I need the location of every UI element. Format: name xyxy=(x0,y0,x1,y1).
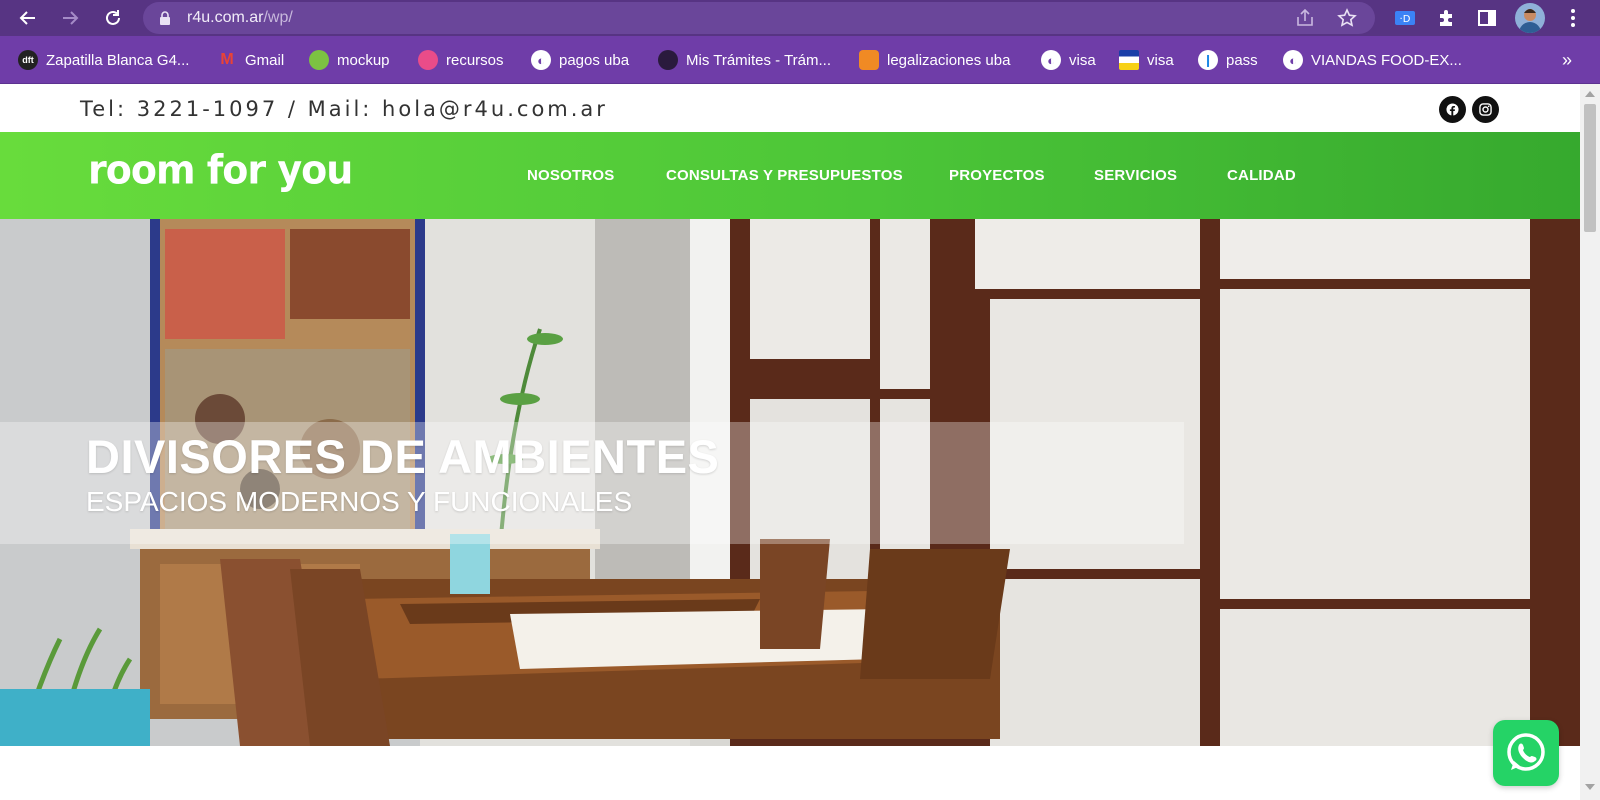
whatsapp-button[interactable] xyxy=(1493,720,1559,786)
puzzle-icon xyxy=(1440,10,1452,26)
kebab-menu-icon xyxy=(1571,9,1575,27)
globe-icon: ◐ xyxy=(531,50,551,70)
flag-icon xyxy=(1119,50,1139,70)
tramites-icon xyxy=(658,50,678,70)
chevron-double-icon: » xyxy=(1562,49,1573,70)
main-navbar: room for you NOSOTROS CONSULTAS Y PRESUP… xyxy=(0,132,1580,219)
bookmark-viandas[interactable]: ◐ VIANDAS FOOD-EX... xyxy=(1283,48,1462,72)
facebook-icon xyxy=(1446,103,1459,116)
hero-banner: DIVISORES DE AMBIENTES ESPACIOS MODERNOS… xyxy=(0,219,1580,746)
avatar-icon xyxy=(1519,9,1541,33)
bookmark-pass[interactable]: ❙ pass xyxy=(1198,48,1258,72)
bookmark-mockup[interactable]: mockup xyxy=(309,48,390,72)
bookmark-label: legalizaciones uba xyxy=(887,51,1011,69)
bookmark-zapatilla[interactable]: dft Zapatilla Blanca G4... xyxy=(18,48,189,72)
nav-servicios[interactable]: SERVICIOS xyxy=(1094,167,1177,184)
dft-icon: dft xyxy=(18,50,38,70)
menu-button[interactable] xyxy=(1560,5,1586,31)
bookmark-label: Mis Trámites - Trám... xyxy=(686,51,832,69)
globe-icon: ◐ xyxy=(1283,50,1303,70)
dribbble-icon xyxy=(418,50,438,70)
bookmark-label: visa xyxy=(1069,51,1096,69)
mockup-icon xyxy=(309,50,329,70)
svg-text:·D: ·D xyxy=(1400,14,1411,25)
legalizaciones-icon xyxy=(859,50,879,70)
star-icon xyxy=(1337,8,1357,27)
bookmarks-bar: dft Zapatilla Blanca G4... M Gmail mockup … xyxy=(0,36,1600,84)
reload-button[interactable] xyxy=(100,5,126,31)
bookmark-label: visa xyxy=(1147,51,1174,69)
instagram-icon xyxy=(1479,103,1492,116)
extensions-button[interactable] xyxy=(1433,5,1459,31)
browser-toolbar: r4u.com.ar/wp/ ·D xyxy=(0,0,1600,36)
profile-avatar[interactable] xyxy=(1515,3,1545,33)
lock-icon xyxy=(160,11,170,25)
bookmark-legalizaciones[interactable]: legalizaciones uba xyxy=(859,48,1010,72)
side-panel-button[interactable] xyxy=(1474,5,1500,31)
scroll-down-arrow-icon[interactable] xyxy=(1585,784,1595,790)
bookmark-visa-1[interactable]: ◐ visa xyxy=(1041,48,1096,72)
forward-arrow-icon xyxy=(63,11,79,25)
bookmark-label: Zapatilla Blanca G4... xyxy=(46,51,190,69)
bookmark-label: recursos xyxy=(446,51,504,69)
scroll-thumb[interactable] xyxy=(1584,104,1596,232)
scroll-up-arrow-icon[interactable] xyxy=(1585,91,1595,97)
bookmark-label: pagos uba xyxy=(559,51,630,69)
bookmark-label: Gmail xyxy=(245,51,285,69)
whatsapp-icon xyxy=(1507,733,1545,771)
bookmark-label: VIANDAS FOOD-EX... xyxy=(1311,51,1462,69)
forward-button[interactable] xyxy=(57,5,83,31)
contact-bar: Tel: 3221-1097 / Mail: hola@r4u.com.ar xyxy=(0,84,1580,133)
url-host: r4u.com.ar xyxy=(187,9,264,26)
vertical-scrollbar[interactable] xyxy=(1580,84,1600,800)
globe-icon: ◐ xyxy=(1041,50,1061,70)
share-icon xyxy=(1297,9,1313,26)
bookmark-recursos[interactable]: recursos xyxy=(418,48,504,72)
nav-calidad[interactable]: CALIDAD xyxy=(1227,167,1296,184)
url-path: /wp/ xyxy=(263,9,293,26)
bookmarks-overflow-button[interactable]: » xyxy=(1562,48,1572,72)
url-text: r4u.com.ar/wp/ xyxy=(187,9,293,27)
nav-proyectos[interactable]: PROYECTOS xyxy=(949,167,1045,184)
side-panel-icon xyxy=(1478,10,1496,26)
extension-d-icon: ·D xyxy=(1395,11,1415,25)
pass-icon: ❙ xyxy=(1198,50,1218,70)
bookmark-visa-2[interactable]: visa xyxy=(1119,48,1174,72)
reload-icon xyxy=(106,10,120,25)
hero-title: DIVISORES DE AMBIENTES xyxy=(86,430,720,483)
contact-info: Tel: 3221-1097 / Mail: hola@r4u.com.ar xyxy=(80,97,608,121)
bookmark-pagos-uba[interactable]: ◐ pagos uba xyxy=(531,48,629,72)
hero-subtitle: ESPACIOS MODERNOS Y FUNCIONALES xyxy=(86,486,633,517)
back-button[interactable] xyxy=(15,5,41,31)
facebook-link[interactable] xyxy=(1439,96,1466,123)
nav-nosotros[interactable]: NOSOTROS xyxy=(527,167,614,184)
extension-button[interactable]: ·D xyxy=(1392,5,1418,31)
bookmark-gmail[interactable]: M Gmail xyxy=(217,48,284,72)
instagram-link[interactable] xyxy=(1472,96,1499,123)
bookmark-label: mockup xyxy=(337,51,390,69)
nav-consultas-presupuestos[interactable]: CONSULTAS Y PRESUPUESTOS xyxy=(666,167,903,184)
bookmark-label: pass xyxy=(1226,51,1258,69)
address-bar[interactable]: r4u.com.ar/wp/ xyxy=(143,2,1375,34)
back-arrow-icon xyxy=(19,11,35,25)
gmail-icon: M xyxy=(220,51,234,68)
web-page: Tel: 3221-1097 / Mail: hola@r4u.com.ar r… xyxy=(0,84,1580,800)
bookmark-mis-tramites[interactable]: Mis Trámites - Trám... xyxy=(658,48,831,72)
site-logo[interactable]: room for you xyxy=(88,147,353,193)
